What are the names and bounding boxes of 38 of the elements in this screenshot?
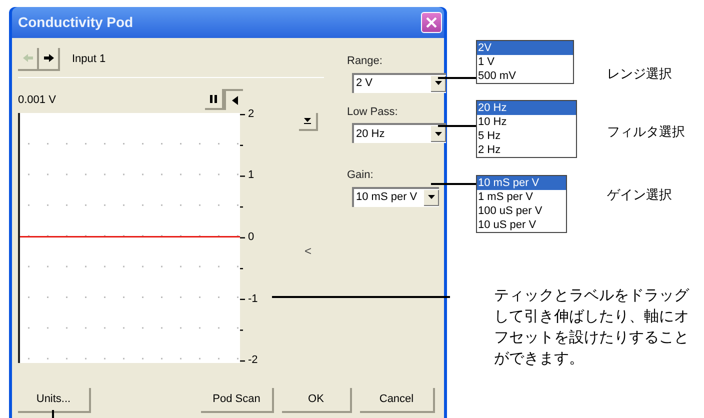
- leader-line: [438, 77, 476, 78]
- axis-label: 2: [248, 106, 254, 122]
- option-item[interactable]: 2V: [477, 41, 573, 55]
- caret-icon: [304, 118, 310, 124]
- play-button[interactable]: [224, 89, 243, 110]
- setting-label: Range:: [347, 54, 384, 69]
- callout-caption: ゲイン選択: [607, 186, 672, 204]
- callout-caption: フィルタ選択: [607, 123, 685, 141]
- dialog-button[interactable]: Pod Scan: [201, 388, 274, 413]
- dropdown-field[interactable]: 20 Hz: [352, 123, 446, 143]
- play-icon: [232, 96, 238, 105]
- right-arrow-icon: [44, 54, 54, 62]
- dropdown-field[interactable]: 2 V: [352, 72, 446, 92]
- dialog-button[interactable]: OK: [282, 388, 352, 413]
- leader-line: [438, 125, 476, 126]
- leader-line: [431, 183, 476, 184]
- reading-value: 0.001 V: [18, 92, 56, 108]
- note-text: ティックとラベルをドラッグして引き伸ばしたり、軸にオフセットを設けたりすることができます。: [494, 286, 690, 369]
- setting-label: Low Pass:: [347, 104, 399, 120]
- option-item[interactable]: 20 Hz: [477, 101, 576, 115]
- input-label: Input 1: [72, 52, 106, 67]
- close-icon: [426, 17, 437, 28]
- left-arrow-icon: [22, 54, 32, 62]
- pause-icon: [210, 94, 217, 102]
- dropdown-field[interactable]: 10 mS per V: [352, 186, 439, 206]
- axis-label: -1: [248, 292, 258, 307]
- option-item[interactable]: 10 mS per V: [477, 176, 566, 190]
- next-button[interactable]: [39, 48, 60, 70]
- collapse-control[interactable]: <: [304, 242, 312, 260]
- axis-label: 1: [248, 168, 254, 184]
- close-button[interactable]: [421, 12, 442, 33]
- dialog-button[interactable]: Cancel: [360, 388, 435, 413]
- callout-caption: レンジ選択: [607, 65, 672, 83]
- setting-label: Gain:: [347, 168, 374, 183]
- dialog-button[interactable]: Units...: [18, 388, 91, 413]
- window-title: Conductivity Pod: [18, 13, 134, 32]
- axis-label: -2: [248, 353, 258, 368]
- axis-label: 0: [248, 230, 254, 245]
